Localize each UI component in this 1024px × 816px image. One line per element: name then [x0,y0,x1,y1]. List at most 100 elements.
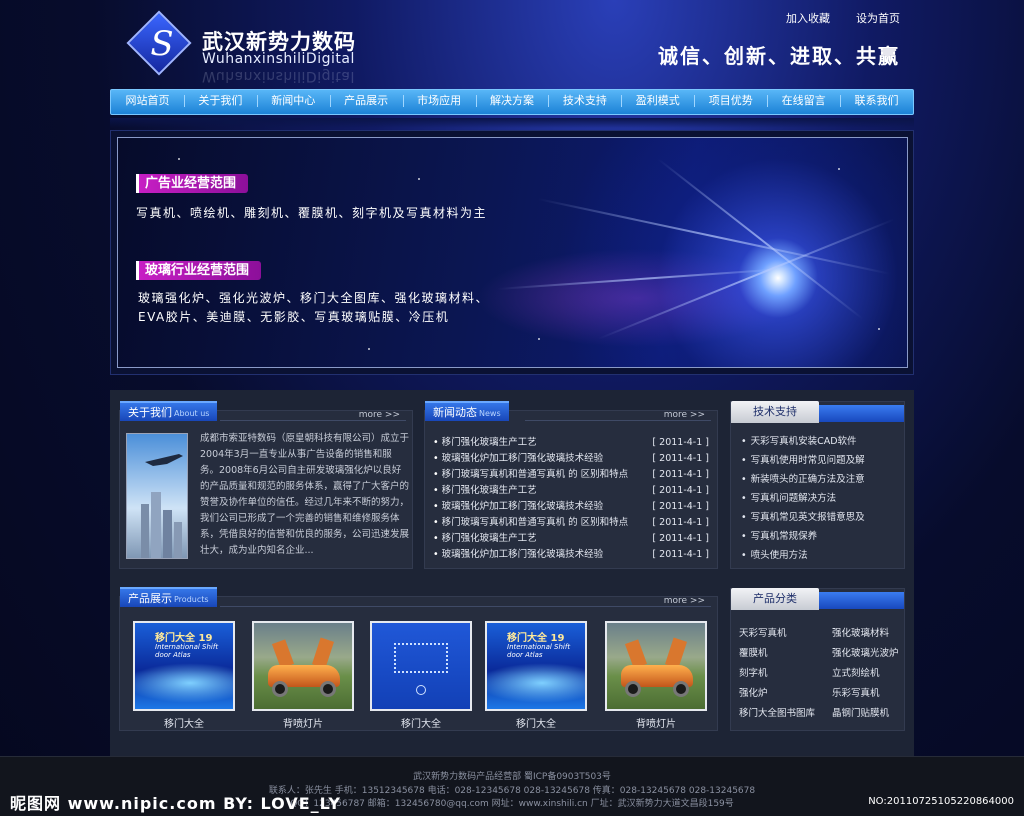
products-title-cn: 产品展示 [128,592,172,605]
news-item-date: [ 2011-4-1 ] [652,437,709,448]
product-image[interactable] [605,621,707,711]
about-panel: 关于我们 About us more >> 成都市索亚特数码（原皇朝科技有限公司）… [119,401,413,569]
light-streak [537,198,891,275]
tech-item[interactable]: 写真机常见英文报错意思及 [741,508,865,527]
car-wheel [673,681,689,697]
brand-name-en: WuhanxinshiliDigital [202,51,355,67]
category-item[interactable]: 晶钢门贴膜机 [832,704,912,724]
news-item-date: [ 2011-4-1 ] [652,469,709,480]
about-more-link[interactable]: more >> [359,410,400,420]
product-label[interactable]: 背喷灯片 [252,715,354,730]
cover-emblem [416,685,426,695]
news-item-title[interactable]: 玻璃强化炉加工移门强化玻璃技术经验 [433,499,604,515]
news-item-title[interactable]: 移门强化玻璃生产工艺 [433,435,537,451]
product-card[interactable]: 移门大全 [370,621,472,730]
category-item[interactable]: 乐彩写真机 [832,684,912,704]
categories-title[interactable]: 产品分类 [731,588,819,610]
category-item[interactable]: 强化玻璃光波炉 [832,644,912,664]
product-label[interactable]: 背喷灯片 [605,715,707,730]
product-card[interactable]: 移门大全 19 International Shift door Atlas 移… [485,621,587,730]
product-image-swirl [487,663,585,703]
nav-about[interactable]: 关于我们 [183,89,257,115]
category-item[interactable]: 强化玻璃材料 [832,624,912,644]
category-item[interactable]: 立式刻绘机 [832,664,912,684]
add-favorite-link[interactable]: 加入收藏 [786,10,830,26]
nav-advantages[interactable]: 项目优势 [694,89,767,115]
product-image[interactable]: 移门大全 19 International Shift door Atlas [133,621,235,711]
news-item[interactable]: 玻璃强化炉加工移门强化玻璃技术经验 [ 2011-4-1 ] [433,547,709,563]
header: S 武汉新势力数码 WuhanxinshiliDigital Wuhanxins… [0,0,1024,88]
news-rule [525,420,711,421]
nav-message[interactable]: 在线留言 [767,89,840,115]
category-item[interactable]: 移门大全图书图库 [739,704,832,724]
product-card[interactable]: 背喷灯片 [252,621,354,730]
about-title[interactable]: 关于我们 About us [120,401,218,421]
about-title-en: About us [174,409,210,418]
news-more-link[interactable]: more >> [664,410,705,420]
tech-title[interactable]: 技术支持 [731,401,819,423]
product-card[interactable]: 背喷灯片 [605,621,707,730]
nav-news[interactable]: 新闻中心 [256,89,330,115]
product-label[interactable]: 移门大全 [370,715,472,730]
tech-item[interactable]: 天彩写真机安装CAD软件 [741,432,865,451]
plane-city-illustration [141,454,183,558]
news-item[interactable]: 移门强化玻璃生产工艺 [ 2011-4-1 ] [433,531,709,547]
news-item-title[interactable]: 玻璃强化炉加工移门强化玻璃技术经验 [433,451,604,467]
product-label[interactable]: 移门大全 [485,715,587,730]
product-card[interactable]: 移门大全 19 International Shift door Atlas 移… [133,621,235,730]
news-item[interactable]: 移门玻璃写真机和普通写真机 的 区别和特点 [ 2011-4-1 ] [433,515,709,531]
news-item[interactable]: 移门强化玻璃生产工艺 [ 2011-4-1 ] [433,483,709,499]
watermark-left: 昵图网 www.nipic.com BY: LOVE_LY [10,794,341,813]
news-item-title[interactable]: 玻璃强化炉加工移门强化玻璃技术经验 [433,547,604,563]
news-item-date: [ 2011-4-1 ] [652,549,709,560]
product-image[interactable] [252,621,354,711]
news-title-cn: 新闻动态 [433,406,477,419]
news-item-title[interactable]: 移门强化玻璃生产工艺 [433,531,537,547]
news-item[interactable]: 移门玻璃写真机和普通写真机 的 区别和特点 [ 2011-4-1 ] [433,467,709,483]
nav-tech[interactable]: 技术支持 [548,89,621,115]
tech-panel: 技术支持 天彩写真机安装CAD软件 写真机使用时常见问题及解 新装喷头的正确方法… [730,401,905,569]
category-item[interactable]: 覆膜机 [739,644,832,664]
banner-tag-glass: 玻璃行业经营范围 [136,261,262,280]
tech-item[interactable]: 新装喷头的正确方法及注意 [741,470,865,489]
tech-item[interactable]: 喷头使用方法 [741,546,865,565]
news-item[interactable]: 移门强化玻璃生产工艺 [ 2011-4-1 ] [433,435,709,451]
tech-item[interactable]: 写真机常规保养 [741,527,865,546]
nav-contact[interactable]: 联系我们 [840,89,913,115]
product-image[interactable]: 移门大全 19 International Shift door Atlas [485,621,587,711]
product-book-subtitle: International Shift door Atlas [155,643,219,659]
star [368,348,370,350]
tech-item[interactable]: 写真机问题解决方法 [741,489,865,508]
category-item[interactable]: 强化炉 [739,684,832,704]
nav-products[interactable]: 产品展示 [329,89,403,115]
news-item[interactable]: 玻璃强化炉加工移门强化玻璃技术经验 [ 2011-4-1 ] [433,499,709,515]
car-wheel [625,681,641,697]
watermark-right: NO:20110725105220864000 [868,796,1014,807]
news-item-title[interactable]: 移门玻璃写真机和普通写真机 的 区别和特点 [433,467,629,483]
news-item[interactable]: 玻璃强化炉加工移门强化玻璃技术经验 [ 2011-4-1 ] [433,451,709,467]
set-homepage-link[interactable]: 设为首页 [856,10,900,26]
news-item-title[interactable]: 移门强化玻璃生产工艺 [433,483,537,499]
products-title[interactable]: 产品展示 Products [120,587,217,607]
tech-item[interactable]: 写真机使用时常见问题及解 [741,451,865,470]
product-image-swirl [135,663,233,703]
nav-market[interactable]: 市场应用 [402,89,476,115]
banner-text-glass-1: 玻璃强化炉、强化光波炉、移门大全图库、强化玻璃材料、 [138,291,490,305]
about-title-cn: 关于我们 [128,406,172,419]
car-door [665,637,687,669]
news-item-title[interactable]: 移门玻璃写真机和普通写真机 的 区别和特点 [433,515,629,531]
news-item-date: [ 2011-4-1 ] [652,485,709,496]
product-image[interactable] [370,621,472,711]
nav-solutions[interactable]: 解决方案 [475,89,549,115]
category-item[interactable]: 刻字机 [739,664,832,684]
category-item[interactable]: 天彩写真机 [739,624,832,644]
news-title[interactable]: 新闻动态 News [425,401,509,421]
categories-title-bar [819,592,904,609]
nav-home[interactable]: 网站首页 [111,89,184,115]
nav-profit[interactable]: 盈利模式 [621,89,694,115]
products-more-link[interactable]: more >> [664,596,705,606]
product-label[interactable]: 移门大全 [133,715,235,730]
about-rule [220,420,406,421]
car-wheel [320,681,336,697]
product-book-title: 移门大全 19 [155,633,213,644]
